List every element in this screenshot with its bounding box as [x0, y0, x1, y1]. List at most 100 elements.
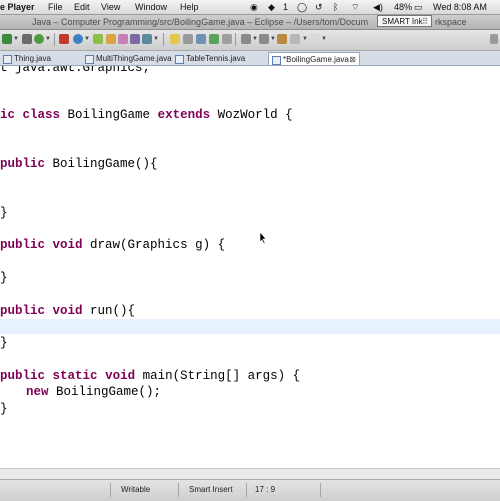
menu-bar: e Player File Edit View Window Help ◉ ◆ … — [0, 0, 500, 15]
window-title: Java – Computer Programming/src/BoilingG… — [32, 17, 369, 27]
toolbar-separator — [54, 33, 55, 46]
tab-label: *BoilingGame.java — [283, 55, 349, 64]
keyword: static — [52, 369, 98, 383]
annotation-icon[interactable] — [222, 34, 232, 44]
keyword: extends — [157, 108, 211, 122]
keyword: void — [52, 304, 83, 318]
new-expr: BoilingGame(); — [48, 385, 162, 399]
block-selection-icon[interactable] — [196, 34, 206, 44]
wifi-icon[interactable]: ⌔ — [351, 1, 359, 13]
keyword: public — [0, 157, 46, 171]
forward-icon[interactable] — [310, 34, 320, 44]
tab-label: Thing.java — [14, 54, 51, 63]
status-divider — [246, 483, 247, 497]
toolbar-separator — [235, 33, 236, 46]
build-icon[interactable] — [59, 34, 69, 44]
save-icon[interactable] — [22, 34, 32, 44]
search-icon[interactable] — [142, 34, 152, 44]
task-icon[interactable] — [209, 34, 219, 44]
new-class-icon[interactable] — [118, 34, 128, 44]
dropbox-icon[interactable]: ◆ — [268, 1, 275, 13]
keyword: ic — [0, 108, 23, 122]
keyword: public — [0, 238, 46, 252]
perspective-icon[interactable] — [490, 34, 498, 44]
debug-icon[interactable] — [34, 34, 44, 44]
horizontal-scrollbar[interactable] — [0, 468, 500, 479]
time-machine-icon[interactable]: ↺ — [315, 1, 323, 13]
status-writable: Writable — [121, 485, 151, 494]
bluetooth-icon[interactable]: ᛒ — [333, 1, 338, 13]
show-whitespace-icon[interactable] — [183, 34, 193, 44]
import-text: t java.awt.Graphics; — [0, 66, 151, 75]
editor-tabs: Thing.java MultiThingGame.java TableTenn… — [0, 51, 500, 66]
app-menu[interactable]: e Player — [0, 1, 35, 13]
battery-icon: ▭ — [414, 2, 423, 12]
new-icon[interactable] — [2, 34, 12, 44]
status-bar: Writable Smart Insert 17 : 9 — [0, 479, 500, 501]
main-sig: main(String[] args) { — [135, 369, 301, 383]
java-file-icon — [175, 55, 184, 64]
draw-sig: draw(Graphics g) { — [82, 238, 226, 252]
code-editor[interactable]: t java.awt.Graphics; ic class BoilingGam… — [0, 66, 500, 468]
constructor-sig: BoilingGame(){ — [45, 157, 158, 171]
notification-count-icon[interactable]: 1 — [283, 1, 288, 13]
chevron-down-icon[interactable]: ▼ — [45, 35, 51, 43]
back-icon[interactable] — [290, 34, 300, 44]
chevron-down-icon[interactable]: ▼ — [270, 35, 276, 43]
code-line-import: t java.awt.Graphics; — [0, 66, 150, 76]
chevron-down-icon[interactable]: ▼ — [302, 35, 308, 43]
status-cursor-position: 17 : 9 — [255, 485, 276, 494]
close-icon[interactable]: ⊠ — [349, 53, 356, 66]
code-line-class: ic class BoilingGame extends WozWorld { — [0, 108, 293, 123]
keyword: void — [105, 369, 136, 383]
brace: } — [0, 206, 8, 220]
java-file-icon — [272, 56, 281, 65]
record-icon[interactable]: ◉ — [250, 1, 258, 13]
tab-label: MultiThingGame.java — [96, 54, 172, 63]
menubar-clock[interactable]: Wed 8:08 AM — [433, 1, 487, 13]
tab-multithinggame-java[interactable]: MultiThingGame.java — [82, 52, 172, 65]
smart-ink-widget[interactable]: SMART Ink ⠿ — [377, 15, 432, 27]
code-line-draw: public void draw(Graphics g) { — [0, 238, 225, 253]
toggle-mark-occurrences-icon[interactable] — [170, 34, 180, 44]
code-line-run: public void run(){ — [0, 304, 135, 319]
code-line-brace: } — [0, 271, 8, 286]
chevron-down-icon[interactable]: ▼ — [252, 35, 258, 43]
last-edit-icon[interactable] — [277, 34, 287, 44]
run-icon[interactable] — [73, 34, 83, 44]
open-folder-icon[interactable] — [106, 34, 116, 44]
brace: } — [0, 336, 8, 350]
chevron-down-icon[interactable]: ▼ — [321, 35, 327, 43]
menu-view[interactable]: View — [101, 1, 120, 13]
next-annotation-icon[interactable] — [241, 34, 251, 44]
grip-icon[interactable]: ⠿ — [422, 16, 428, 28]
code-line-new: new BoilingGame(); — [26, 385, 161, 400]
chevron-down-icon[interactable]: ▼ — [84, 35, 90, 43]
tab-thing-java[interactable]: Thing.java — [0, 52, 82, 65]
circle-icon[interactable]: ◯ — [297, 1, 307, 13]
keyword: void — [52, 238, 83, 252]
tab-tabletennis-java[interactable]: TableTennis.java — [172, 52, 266, 65]
code-line-brace: } — [0, 336, 8, 351]
open-type-icon[interactable] — [130, 34, 140, 44]
superclass: WozWorld { — [210, 108, 293, 122]
menu-window[interactable]: Window — [135, 1, 167, 13]
status-insert-mode[interactable]: Smart Insert — [189, 485, 233, 494]
brace: } — [0, 402, 8, 416]
status-divider — [178, 483, 179, 497]
run-sig: run(){ — [82, 304, 136, 318]
keyword: public — [0, 304, 46, 318]
tab-boilinggame-java[interactable]: *BoilingGame.java ⊠ — [268, 52, 360, 65]
new-java-project-icon[interactable] — [93, 34, 103, 44]
tab-label: TableTennis.java — [186, 54, 246, 63]
menu-help[interactable]: Help — [180, 1, 199, 13]
java-file-icon — [85, 55, 94, 64]
menu-edit[interactable]: Edit — [74, 1, 90, 13]
chevron-down-icon[interactable]: ▼ — [153, 35, 159, 43]
battery-percent[interactable]: 48% — [394, 1, 412, 13]
chevron-down-icon[interactable]: ▼ — [13, 35, 19, 43]
previous-annotation-icon[interactable] — [259, 34, 269, 44]
keyword: public — [0, 369, 46, 383]
volume-icon[interactable]: ◀) — [373, 1, 383, 13]
menu-file[interactable]: File — [48, 1, 63, 13]
